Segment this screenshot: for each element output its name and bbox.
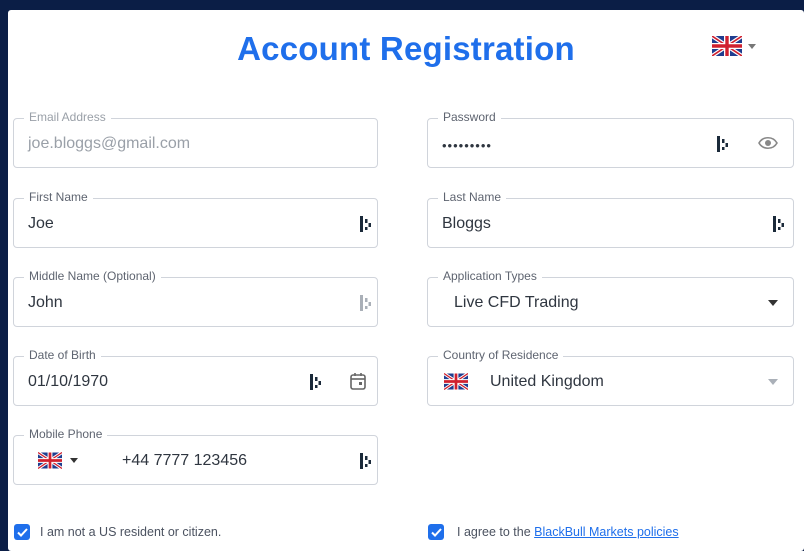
email-field[interactable]: Email Address joe.bloggs@gmail.com (13, 110, 378, 168)
first-name-label: First Name (24, 190, 93, 204)
application-types-value: Live CFD Trading (454, 294, 579, 311)
application-types-label: Application Types (438, 269, 542, 283)
email-label: Email Address (24, 110, 111, 124)
last-name-value: Bloggs (442, 215, 491, 232)
uk-flag-icon (444, 373, 468, 390)
password-label: Password (438, 110, 501, 124)
dob-field[interactable]: Date of Birth 01/10/1970 (13, 348, 378, 406)
country-value: United Kingdom (490, 373, 604, 390)
check-icon (16, 527, 28, 537)
first-name-field[interactable]: First Name Joe (13, 190, 378, 248)
policies-link[interactable]: BlackBull Markets policies (534, 525, 679, 539)
uk-flag-icon (38, 452, 62, 469)
last-name-field[interactable]: Last Name Bloggs (427, 190, 794, 248)
password-value: ••••••••• (442, 138, 492, 153)
phone-country-selector[interactable] (38, 452, 78, 469)
policies-checkbox[interactable] (428, 524, 444, 540)
middle-name-field[interactable]: Middle Name (Optional) John (13, 269, 378, 327)
language-selector[interactable] (712, 36, 756, 56)
country-label: Country of Residence (438, 348, 564, 362)
key-icon[interactable] (717, 136, 729, 152)
dob-label: Date of Birth (24, 348, 101, 362)
key-icon[interactable] (773, 216, 785, 232)
policies-label: I agree to the BlackBull Markets policie… (457, 525, 679, 539)
chevron-down-icon (70, 458, 78, 463)
country-select[interactable]: Country of Residence United Kingdom (427, 348, 794, 406)
chevron-down-icon (768, 300, 778, 306)
calendar-icon[interactable] (350, 372, 366, 390)
key-icon[interactable] (360, 216, 372, 232)
key-icon[interactable] (310, 374, 322, 390)
key-icon[interactable] (360, 295, 372, 311)
key-icon[interactable] (360, 453, 372, 469)
check-icon (430, 527, 442, 537)
us-resident-checkbox[interactable] (14, 524, 30, 540)
email-value: joe.bloggs@gmail.com (28, 135, 191, 152)
last-name-label: Last Name (438, 190, 507, 204)
dob-value: 01/10/1970 (28, 373, 109, 390)
eye-icon[interactable] (758, 136, 778, 150)
uk-flag-icon (712, 36, 742, 56)
chevron-down-icon (768, 379, 778, 385)
password-field[interactable]: Password ••••••••• (427, 110, 794, 168)
mobile-phone-label: Mobile Phone (24, 427, 108, 441)
mobile-phone-value: +44 7777 123456 (122, 452, 248, 469)
registration-card: Account Registration Email Address joe.b… (8, 10, 804, 551)
mobile-phone-field[interactable]: Mobile Phone +44 7777 123456 (13, 427, 378, 485)
application-types-select[interactable]: Application Types Live CFD Trading (427, 269, 794, 327)
middle-name-label: Middle Name (Optional) (24, 269, 161, 283)
first-name-value: Joe (28, 215, 54, 232)
page-title: Account Registration (237, 30, 575, 67)
middle-name-value: John (28, 294, 63, 311)
chevron-down-icon (748, 43, 756, 49)
policies-prefix: I agree to the (457, 525, 535, 539)
us-resident-label: I am not a US resident or citizen. (40, 525, 222, 539)
